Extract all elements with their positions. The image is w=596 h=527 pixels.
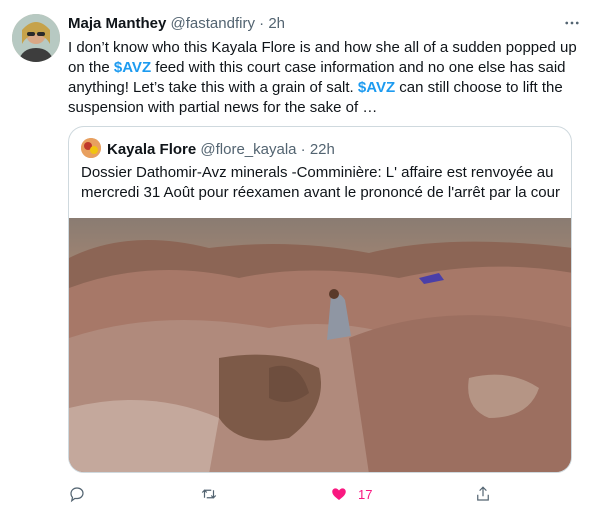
quoted-tweet[interactable]: Kayala Flore @flore_kayala · 22h Dossier… (68, 126, 572, 473)
cashtag-link[interactable]: $AVZ (358, 79, 395, 96)
like-count: 17 (358, 486, 373, 502)
quoted-time[interactable]: 22h (310, 141, 335, 158)
author-handle[interactable]: @fastandfiry (171, 15, 255, 32)
more-icon[interactable] (562, 14, 582, 34)
quoted-separator: · (300, 141, 306, 158)
reply-icon (70, 487, 84, 503)
quoted-media-image[interactable] (69, 218, 572, 473)
quoted-avatar (81, 138, 101, 158)
reply-button[interactable] (68, 482, 96, 506)
heart-icon (332, 488, 346, 500)
quoted-author-handle[interactable]: @flore_kayala (200, 141, 296, 158)
like-button[interactable]: 17 (330, 482, 372, 506)
share-icon (477, 486, 489, 501)
share-button[interactable] (474, 482, 492, 506)
tweet-header: Maja Manthey @fastandfiry · 2h (68, 14, 285, 34)
retweet-button[interactable] (200, 482, 228, 506)
tweet-text: I don’t know who this Kayala Flore is an… (68, 38, 582, 118)
cashtag-link[interactable]: $AVZ (114, 59, 151, 76)
quoted-text: Dossier Dathomir-Avz minerals -Comminièr… (81, 164, 560, 201)
tweet-time[interactable]: 2h (268, 15, 285, 32)
tweet-actions: 17 (68, 482, 538, 506)
retweet-icon (201, 489, 217, 499)
quoted-author-name[interactable]: Kayala Flore (107, 141, 196, 158)
author-avatar[interactable] (12, 14, 60, 62)
quoted-header: Kayala Flore @flore_kayala · 22h (81, 138, 335, 160)
author-name[interactable]: Maja Manthey (68, 15, 166, 32)
header-separator: · (259, 15, 265, 32)
